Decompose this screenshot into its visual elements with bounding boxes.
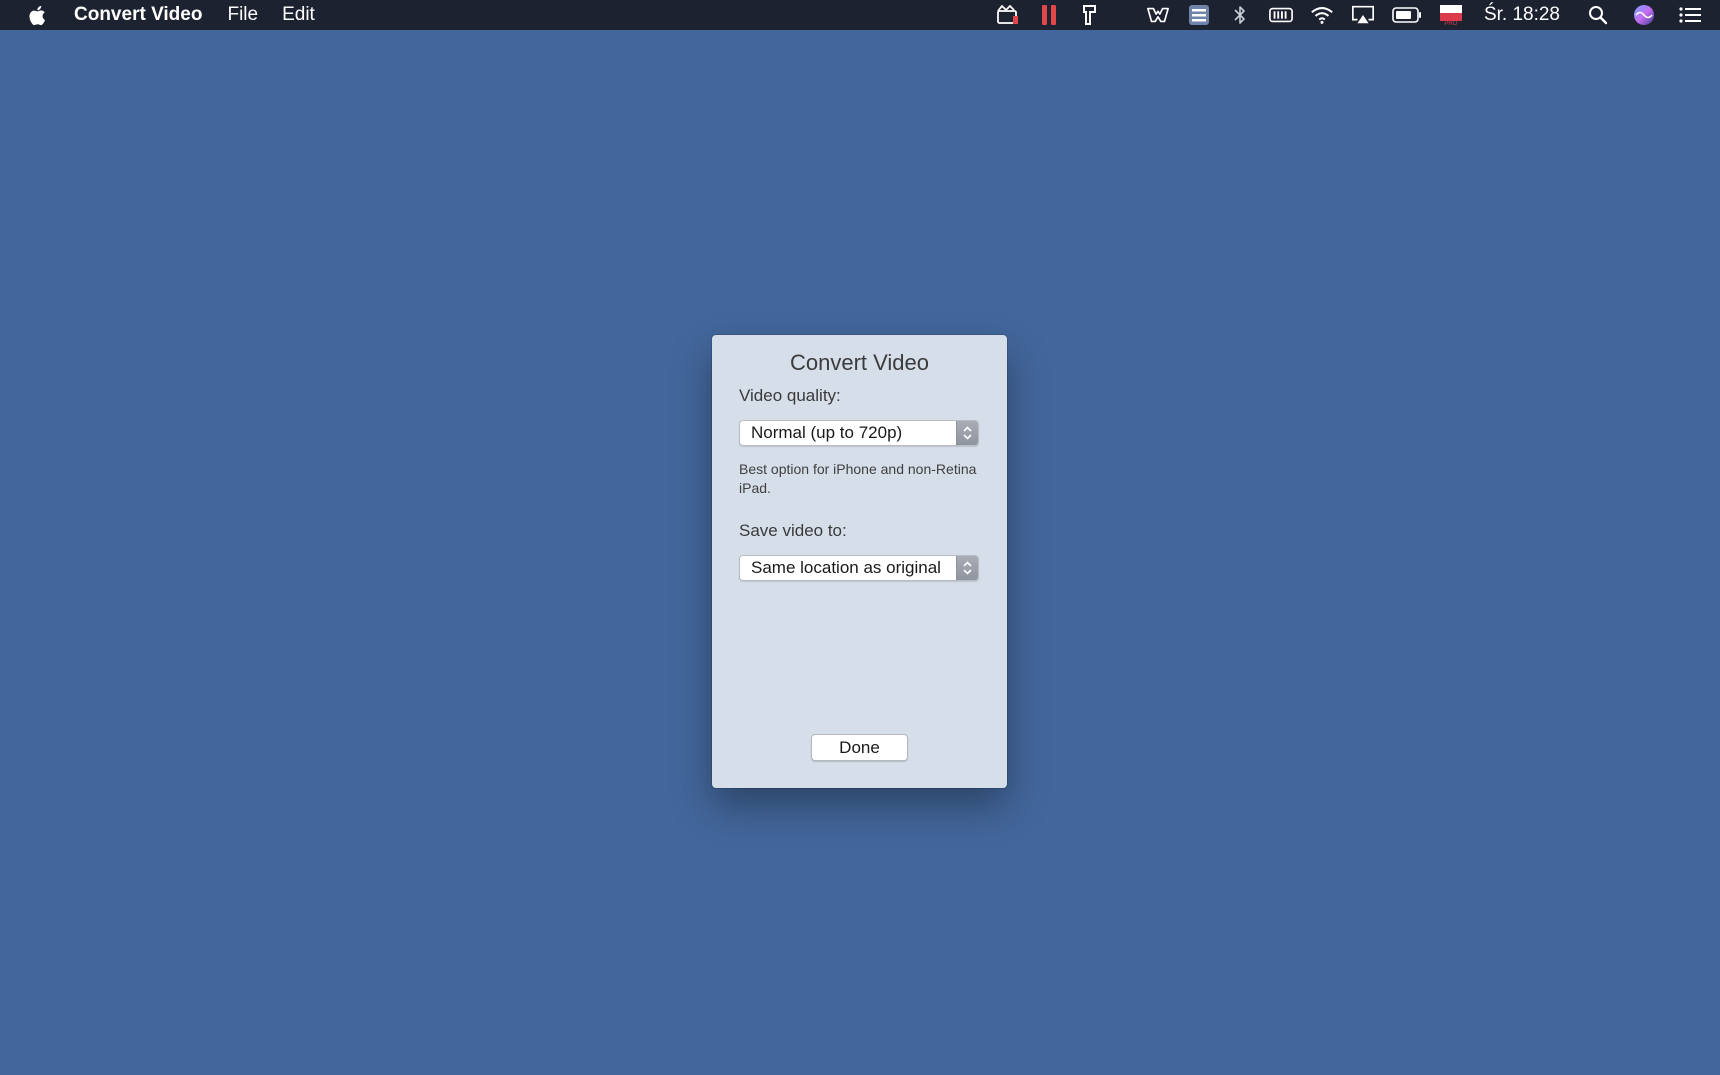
battery-icon[interactable] [1392, 4, 1422, 26]
airplay-icon[interactable] [1351, 4, 1375, 26]
popup-arrows-icon [956, 556, 978, 580]
menu-file[interactable]: File [227, 4, 258, 26]
done-button[interactable]: Done [811, 734, 908, 761]
video-quality-label: Video quality: [739, 386, 841, 405]
search-icon[interactable] [1586, 4, 1610, 26]
battery-meter-icon[interactable] [1269, 4, 1293, 26]
flag-badge: PRO [1444, 20, 1458, 27]
notification-center-icon[interactable] [1678, 4, 1702, 26]
save-location-value: Same location as original [751, 558, 941, 577]
wifi-icon[interactable] [1310, 4, 1334, 26]
video-quality-help: Best option for iPhone and non-Retina iP… [739, 461, 977, 496]
menubar-clock[interactable]: Śr. 18:28 [1484, 4, 1560, 26]
bluetooth-icon[interactable] [1228, 4, 1252, 26]
save-video-label: Save video to: [739, 521, 847, 540]
screenium-icon[interactable] [996, 4, 1020, 26]
video-quality-popup[interactable]: Normal (up to 720p) [739, 420, 979, 446]
menu-app-name[interactable]: Convert Video [74, 4, 202, 26]
apple-menu-icon[interactable] [27, 4, 47, 26]
notes-icon[interactable] [1187, 4, 1211, 26]
bartender-icon[interactable] [1146, 4, 1170, 26]
save-location-popup[interactable]: Same location as original [739, 555, 979, 581]
menu-bar: Convert Video File Edit PRO Śr. 18:28 [0, 0, 1720, 30]
siri-icon[interactable] [1632, 4, 1656, 26]
popup-arrows-icon [956, 421, 978, 445]
menu-edit[interactable]: Edit [282, 4, 315, 26]
dialog-title: Convert Video [789, 350, 929, 375]
input-flag-icon[interactable]: PRO [1439, 2, 1463, 28]
paintbrush-icon[interactable] [1078, 4, 1102, 26]
video-quality-value: Normal (up to 720p) [751, 423, 903, 442]
status-area: PRO Śr. 18:28 [996, 0, 1720, 30]
pause-icon[interactable] [1037, 4, 1061, 26]
convert-video-dialog: Convert Video Video quality: Normal (up … [712, 335, 1007, 788]
